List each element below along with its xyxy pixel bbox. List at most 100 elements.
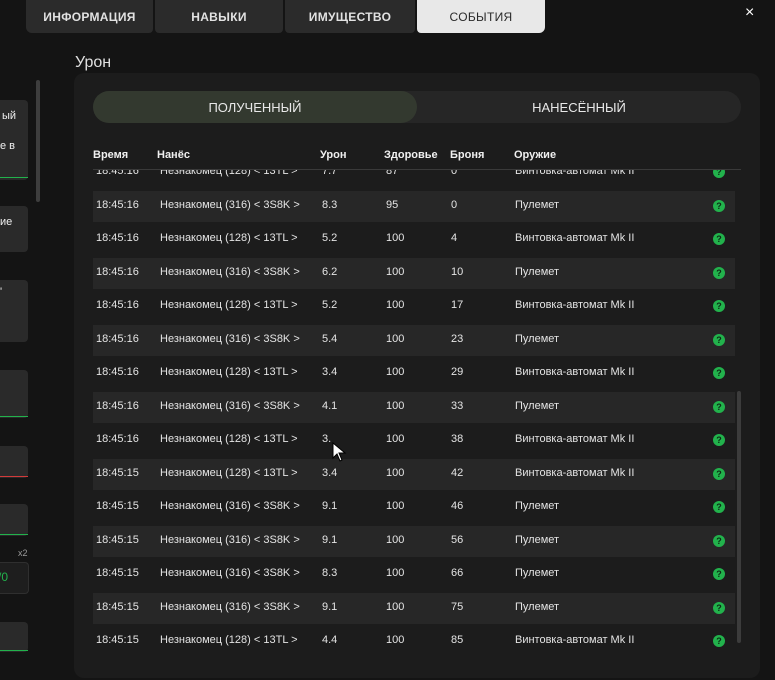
cell-damage: 5.2: [322, 299, 338, 311]
cell-damage: 3.4: [322, 466, 338, 479]
mouse-cursor-icon: [332, 442, 347, 462]
column-time: Время: [93, 149, 129, 161]
cell-damage: 9.1: [322, 533, 338, 546]
cell-time: 18:45:16: [96, 399, 139, 412]
question-icon[interactable]: ?: [713, 233, 725, 245]
table-row[interactable]: 18:45:16 Незнакомец (316) < 3S8K > 8.3 95 0 П…: [93, 190, 735, 222]
question-icon[interactable]: ?: [713, 367, 725, 379]
question-icon[interactable]: ?: [713, 333, 725, 346]
cell-attacker: Незнакомец (316) < 3S8K >: [160, 198, 300, 211]
left-card[interactable]: [0, 622, 28, 652]
cell-attacker: Незнакомец (128) < 13TL >: [160, 634, 298, 646]
question-icon[interactable]: ?: [713, 467, 725, 480]
cell-health: 100: [386, 533, 405, 546]
cell-armor: 75: [451, 600, 464, 613]
cell-weapon: Винтовка-автомат Mk II: [515, 433, 635, 445]
table-row[interactable]: 18:45:15 Незнакомец (128) < 13TL > 3.4 100 4…: [93, 458, 735, 490]
cell-weapon: Винтовка-автомат Mk II: [515, 232, 635, 244]
cell-weapon: Винтовка-автомат Mk II: [515, 366, 635, 378]
dealt-tab[interactable]: НАНЕСЁННЫЙ: [417, 91, 741, 123]
cell-damage: 5.2: [322, 232, 338, 244]
column-damage: Урон: [320, 149, 347, 161]
cell-time: 18:45:15: [96, 500, 139, 512]
left-card-underline: [0, 534, 28, 535]
question-icon[interactable]: ?: [713, 635, 725, 647]
cell-attacker: Незнакомец (128) < 13TL >: [160, 366, 298, 378]
close-icon[interactable]: ×: [745, 4, 754, 22]
cell-weapon: Пулемет: [515, 399, 560, 412]
table-row[interactable]: 18:45:15 Незнакомец (128) < 13TL > 4.4 100 8…: [93, 626, 735, 657]
cell-health: 100: [386, 500, 405, 512]
table-row[interactable]: 18:45:16 Незнакомец (128) < 13TL > 5.2 100 1…: [93, 291, 735, 322]
cell-armor: 33: [451, 399, 464, 412]
tab-skills[interactable]: НАВЫКИ: [155, 0, 283, 33]
table-row[interactable]: 18:45:15 Незнакомец (316) < 3S8K > 9.1 100 4…: [93, 492, 735, 523]
cell-health: 100: [386, 299, 405, 311]
cell-time: 18:45:15: [96, 533, 139, 546]
cell-armor: 0: [451, 198, 458, 211]
left-card[interactable]: ый е в: [0, 100, 28, 180]
question-icon[interactable]: ?: [713, 501, 725, 513]
damage-table[interactable]: 18:45:16 Незнакомец (128) < 13TL > 7.7 87 0 В…: [93, 170, 741, 666]
table-header: Время Нанёс Урон Здоровье Броня Оружие: [93, 149, 741, 167]
table-row[interactable]: 18:45:16 Незнакомец (128) < 13TL > 5.2 100 4…: [93, 224, 735, 255]
column-health: Здоровье: [384, 149, 438, 161]
cell-time: 18:45:16: [96, 332, 139, 345]
cell-time: 18:45:16: [96, 433, 139, 445]
tab-events[interactable]: СОБЫТИЯ: [417, 0, 545, 33]
cell-attacker: Незнакомец (316) < 3S8K >: [160, 332, 300, 345]
cell-time: 18:45:16: [96, 232, 139, 244]
left-card[interactable]: [0, 504, 28, 536]
left-card[interactable]: [0, 370, 28, 418]
cell-health: 100: [386, 600, 405, 613]
left-card[interactable]: [0, 446, 28, 478]
cell-armor: 38: [451, 433, 464, 445]
table-row[interactable]: 18:45:16 Незнакомец (128) < 13TL > 3.4 100 2…: [93, 358, 735, 389]
table-row[interactable]: 18:45:15 Незнакомец (316) < 3S8K > 8.3 100 6…: [93, 559, 735, 590]
cell-damage: 4.4: [322, 634, 338, 646]
table-row[interactable]: 18:45:16 Незнакомец (316) < 3S8K > 4.1 100 3…: [93, 391, 735, 423]
cell-health: 100: [386, 567, 405, 579]
cell-health: 100: [386, 366, 405, 378]
table-scrollbar[interactable]: [737, 391, 741, 643]
left-card-text: е в: [0, 140, 16, 152]
left-scrollbar[interactable]: [36, 80, 40, 202]
question-icon[interactable]: ?: [713, 266, 725, 279]
question-icon[interactable]: ?: [713, 400, 725, 413]
cell-attacker: Незнакомец (128) < 13TL >: [160, 433, 298, 445]
table-row[interactable]: 18:45:16 Незнакомец (316) < 3S8K > 6.2 100 1…: [93, 257, 735, 289]
cell-weapon: Винтовка-автомат Mk II: [515, 299, 635, 311]
question-icon[interactable]: ?: [713, 601, 725, 614]
question-icon[interactable]: ?: [713, 199, 725, 212]
question-icon[interactable]: ?: [713, 434, 725, 446]
cell-armor: 0: [451, 170, 458, 177]
left-card-underline: [0, 416, 28, 417]
cell-damage: 3.: [322, 433, 332, 445]
table-row[interactable]: 18:45:16 Незнакомец (128) < 13TL > 7.7 87 0 В…: [93, 170, 735, 188]
cell-damage: 8.3: [322, 198, 338, 211]
question-icon[interactable]: ?: [713, 534, 725, 547]
table-row[interactable]: 18:45:16 Незнакомец (316) < 3S8K > 5.4 100 2…: [93, 324, 735, 356]
cell-weapon: Пулемет: [515, 500, 560, 512]
tab-information[interactable]: ИНФОРМАЦИЯ: [26, 0, 153, 33]
left-input-value: /0: [0, 570, 9, 584]
cell-health: 100: [386, 265, 405, 278]
question-icon[interactable]: ?: [713, 568, 725, 580]
cell-weapon: Пулемет: [515, 265, 560, 278]
cell-armor: 46: [451, 500, 464, 512]
cell-health: 95: [386, 198, 399, 211]
question-icon[interactable]: ?: [713, 170, 725, 178]
table-row[interactable]: 18:45:16 Незнакомец (128) < 13TL > 3. 100 38…: [93, 425, 735, 456]
cell-health: 100: [386, 433, 405, 445]
left-card[interactable]: ие: [0, 206, 28, 252]
cell-time: 18:45:15: [96, 634, 139, 646]
table-row[interactable]: 18:45:15 Незнакомец (316) < 3S8K > 9.1 100 5…: [93, 525, 735, 557]
cell-weapon: Пулемет: [515, 567, 560, 579]
left-input[interactable]: /0: [0, 562, 29, 594]
question-icon[interactable]: ?: [713, 300, 725, 312]
table-row[interactable]: 18:45:15 Незнакомец (316) < 3S8K > 9.1 100 7…: [93, 592, 735, 624]
left-card[interactable]: ': [0, 280, 28, 342]
received-tab[interactable]: ПОЛУЧЕННЫЙ: [93, 91, 417, 123]
cell-health: 100: [386, 634, 405, 646]
tab-property[interactable]: ИМУЩЕСТВО: [285, 0, 415, 33]
